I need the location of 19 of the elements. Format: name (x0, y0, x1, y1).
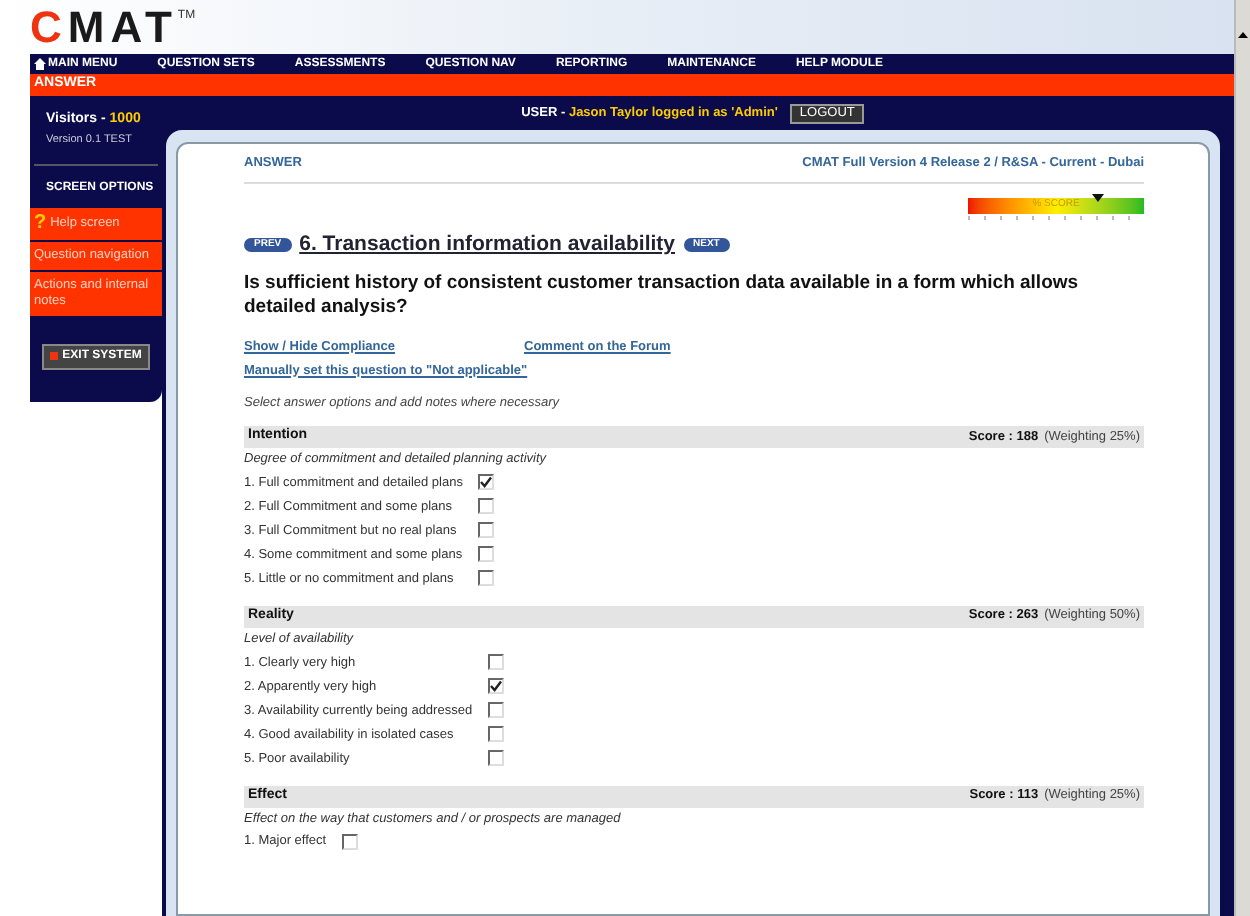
checkbox[interactable] (478, 498, 495, 515)
checkbox[interactable] (478, 570, 495, 587)
question-text: Is sufficient history of consistent customer transaction data available in a form which allows detailed analysis? (244, 271, 1081, 320)
exit-icon (50, 352, 59, 361)
checkbox[interactable] (488, 654, 505, 670)
checkbox[interactable] (478, 546, 495, 563)
checkbox[interactable] (478, 474, 495, 491)
checkbox[interactable] (342, 833, 359, 850)
home-icon (34, 58, 46, 70)
checkbox[interactable] (478, 522, 495, 539)
checkbox[interactable] (488, 678, 505, 694)
scroll-up-icon (1238, 32, 1248, 38)
checkbox[interactable] (488, 726, 505, 742)
checkbox[interactable] (488, 750, 505, 766)
scrollbar[interactable] (1234, 0, 1250, 916)
logo: CMAT (30, 6, 178, 50)
help-icon: ? (34, 213, 47, 234)
question-title: 6. Transaction information availability (299, 230, 676, 260)
checkbox[interactable] (488, 702, 505, 718)
